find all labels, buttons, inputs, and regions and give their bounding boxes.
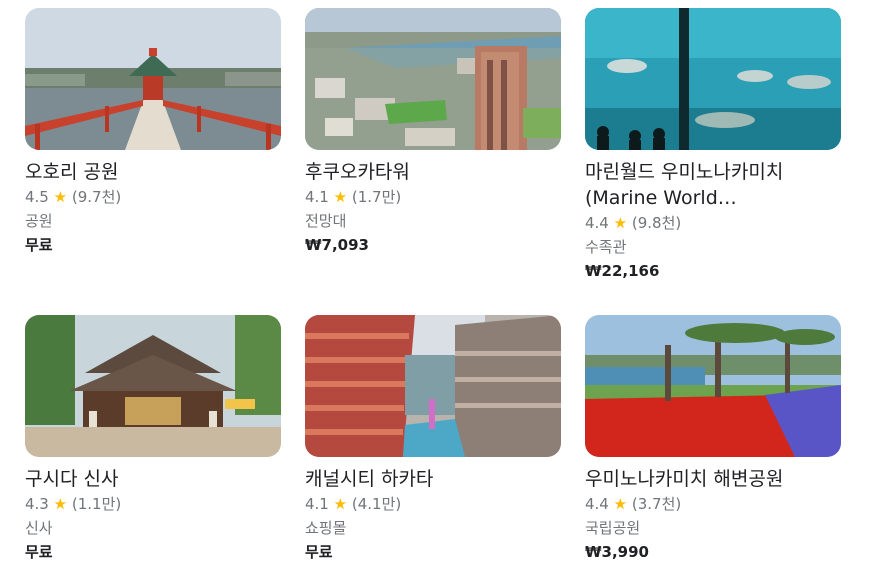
attraction-category: 쇼핑몰 xyxy=(305,519,347,537)
star-icon: ★ xyxy=(333,188,348,206)
star-icon: ★ xyxy=(53,495,68,513)
review-count: (3.7천) xyxy=(631,495,682,513)
attraction-photo[interactable] xyxy=(25,8,281,150)
attraction-category: 전망대 xyxy=(305,212,347,230)
rating-value: 4.4 xyxy=(585,214,609,232)
star-icon: ★ xyxy=(613,214,628,232)
attraction-price: ₩22,166 xyxy=(585,262,660,280)
attraction-category: 신사 xyxy=(25,519,53,537)
attraction-category: 수족관 xyxy=(585,238,627,256)
rating-value: 4.4 xyxy=(585,495,609,513)
attraction-card-marine-world[interactable]: 마린월드 우미노나카미치 (Marine World… 4.4 ★ (9.8천)… xyxy=(585,8,841,283)
attraction-price: ₩3,990 xyxy=(585,543,649,561)
attraction-photo[interactable] xyxy=(305,315,561,457)
attraction-card-ohori-park[interactable]: 오호리 공원 4.5 ★ (9.7천) 공원 무료 xyxy=(25,8,281,257)
rating-value: 4.1 xyxy=(305,495,329,513)
attraction-title[interactable]: 후쿠오카타워 xyxy=(305,159,561,185)
attraction-category: 공원 xyxy=(25,212,53,230)
attraction-card-canal-city[interactable]: 캐널시티 하카타 4.1 ★ (4.1만) 쇼핑몰 무료 xyxy=(305,315,561,564)
attractions-grid: 오호리 공원 4.5 ★ (9.7천) 공원 무료 후쿠오카타워 4.1 ★ (… xyxy=(0,0,870,581)
rating-value: 4.5 xyxy=(25,188,49,206)
attraction-photo[interactable] xyxy=(25,315,281,457)
star-icon: ★ xyxy=(333,495,348,513)
star-icon: ★ xyxy=(613,495,628,513)
star-icon: ★ xyxy=(53,188,68,206)
attraction-title[interactable]: 우미노나카미치 해변공원 xyxy=(585,466,841,492)
attraction-price: 무료 xyxy=(25,543,53,561)
attraction-title[interactable]: 캐널시티 하카타 xyxy=(305,466,561,492)
review-count: (9.8천) xyxy=(631,214,682,232)
review-count: (1.1만) xyxy=(71,495,122,513)
attraction-rating-row: 4.1 ★ (1.7만) xyxy=(305,185,561,209)
attraction-rating-row: 4.3 ★ (1.1만) xyxy=(25,492,281,516)
review-count: (1.7만) xyxy=(351,188,402,206)
attraction-photo[interactable] xyxy=(305,8,561,150)
rating-value: 4.3 xyxy=(25,495,49,513)
attraction-rating-row: 4.1 ★ (4.1만) xyxy=(305,492,561,516)
rating-value: 4.1 xyxy=(305,188,329,206)
review-count: (9.7천) xyxy=(71,188,122,206)
attraction-rating-row: 4.4 ★ (9.8천) xyxy=(585,211,841,235)
attraction-price: 무료 xyxy=(25,236,53,254)
review-count: (4.1만) xyxy=(351,495,402,513)
attraction-price: ₩7,093 xyxy=(305,236,369,254)
attraction-photo[interactable] xyxy=(585,315,841,457)
attraction-title[interactable]: 구시다 신사 xyxy=(25,466,281,492)
attraction-title[interactable]: 오호리 공원 xyxy=(25,159,281,185)
attraction-card-kushida-shrine[interactable]: 구시다 신사 4.3 ★ (1.1만) 신사 무료 xyxy=(25,315,281,564)
attraction-category: 국립공원 xyxy=(585,519,641,537)
attraction-photo[interactable] xyxy=(585,8,841,150)
attraction-rating-row: 4.4 ★ (3.7천) xyxy=(585,492,841,516)
attraction-card-fukuoka-tower[interactable]: 후쿠오카타워 4.1 ★ (1.7만) 전망대 ₩7,093 xyxy=(305,8,561,257)
attraction-price: 무료 xyxy=(305,543,333,561)
attraction-rating-row: 4.5 ★ (9.7천) xyxy=(25,185,281,209)
attraction-card-seaside-park[interactable]: 우미노나카미치 해변공원 4.4 ★ (3.7천) 국립공원 ₩3,990 xyxy=(585,315,841,564)
attraction-title[interactable]: 마린월드 우미노나카미치 (Marine World… xyxy=(585,159,841,211)
